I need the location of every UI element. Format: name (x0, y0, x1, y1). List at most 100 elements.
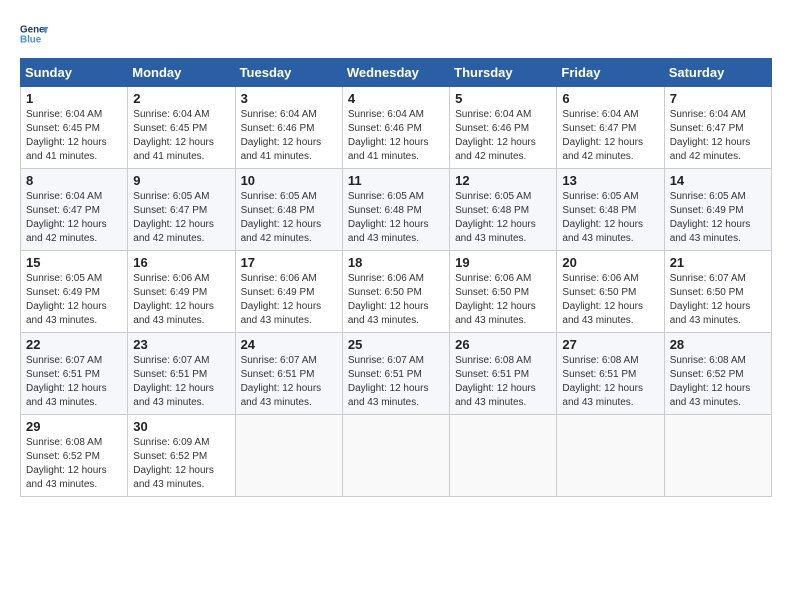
calendar-cell (450, 415, 557, 497)
day-number: 23 (133, 337, 229, 352)
day-info: Sunrise: 6:04 AMSunset: 6:47 PMDaylight:… (670, 108, 766, 164)
calendar-table: SundayMondayTuesdayWednesdayThursdayFrid… (20, 58, 772, 497)
day-number: 14 (670, 173, 766, 188)
day-info: Sunrise: 6:06 AMSunset: 6:49 PMDaylight:… (133, 272, 229, 328)
day-number: 10 (241, 173, 337, 188)
general-blue-logo-icon: General Blue (20, 20, 48, 48)
day-info: Sunrise: 6:05 AMSunset: 6:47 PMDaylight:… (133, 190, 229, 246)
day-number: 12 (455, 173, 551, 188)
day-info: Sunrise: 6:07 AMSunset: 6:51 PMDaylight:… (348, 354, 444, 410)
day-info: Sunrise: 6:04 AMSunset: 6:46 PMDaylight:… (348, 108, 444, 164)
day-info: Sunrise: 6:08 AMSunset: 6:51 PMDaylight:… (455, 354, 551, 410)
weekday-header-sunday: Sunday (21, 59, 128, 87)
day-number: 30 (133, 419, 229, 434)
calendar-cell: 5Sunrise: 6:04 AMSunset: 6:46 PMDaylight… (450, 87, 557, 169)
calendar-cell: 1 Sunrise: 6:04 AMSunset: 6:45 PMDaylight… (21, 87, 128, 169)
calendar-cell (235, 415, 342, 497)
calendar-body: 1 Sunrise: 6:04 AMSunset: 6:45 PMDaylight… (21, 87, 772, 497)
calendar-week-4: 22 Sunrise: 6:07 AMSunset: 6:51 PMDayligh… (21, 333, 772, 415)
day-info: Sunrise: 6:08 AMSunset: 6:52 PMDaylight:… (670, 354, 766, 410)
day-info: Sunrise: 6:04 AMSunset: 6:47 PMDaylight:… (562, 108, 658, 164)
calendar-cell: 15 Sunrise: 6:05 AMSunset: 6:49 PMDayligh… (21, 251, 128, 333)
calendar-cell: 25Sunrise: 6:07 AMSunset: 6:51 PMDayligh… (342, 333, 449, 415)
weekday-header-tuesday: Tuesday (235, 59, 342, 87)
calendar-cell: 12 Sunrise: 6:05 AMSunset: 6:48 PMDayligh… (450, 169, 557, 251)
day-number: 24 (241, 337, 337, 352)
calendar-cell: 14 Sunrise: 6:05 AMSunset: 6:49 PMDayligh… (664, 169, 771, 251)
day-info: Sunrise: 6:04 AMSunset: 6:45 PMDaylight:… (133, 108, 229, 164)
day-number: 7 (670, 91, 766, 106)
calendar-week-1: 1 Sunrise: 6:04 AMSunset: 6:45 PMDaylight… (21, 87, 772, 169)
day-info: Sunrise: 6:05 AMSunset: 6:48 PMDaylight:… (562, 190, 658, 246)
day-info: Sunrise: 6:06 AMSunset: 6:49 PMDaylight:… (241, 272, 337, 328)
calendar-cell: 13 Sunrise: 6:05 AMSunset: 6:48 PMDayligh… (557, 169, 664, 251)
calendar-cell: 27Sunrise: 6:08 AMSunset: 6:51 PMDayligh… (557, 333, 664, 415)
day-info: Sunrise: 6:07 AMSunset: 6:50 PMDaylight:… (670, 272, 766, 328)
calendar-cell (342, 415, 449, 497)
days-of-week-row: SundayMondayTuesdayWednesdayThursdayFrid… (21, 59, 772, 87)
day-info: Sunrise: 6:08 AMSunset: 6:51 PMDaylight:… (562, 354, 658, 410)
logo: General Blue (20, 20, 48, 48)
svg-text:Blue: Blue (20, 34, 42, 45)
weekday-header-saturday: Saturday (664, 59, 771, 87)
calendar-cell: 30Sunrise: 6:09 AMSunset: 6:52 PMDayligh… (128, 415, 235, 497)
day-info: Sunrise: 6:04 AMSunset: 6:46 PMDaylight:… (241, 108, 337, 164)
weekday-header-monday: Monday (128, 59, 235, 87)
day-number: 29 (26, 419, 122, 434)
day-number: 11 (348, 173, 444, 188)
calendar-cell: 22Sunrise: 6:07 AMSunset: 6:51 PMDayligh… (21, 333, 128, 415)
calendar-cell: 16 Sunrise: 6:06 AMSunset: 6:49 PMDayligh… (128, 251, 235, 333)
day-number: 13 (562, 173, 658, 188)
day-number: 2 (133, 91, 229, 106)
day-number: 8 (26, 173, 122, 188)
calendar-cell: 18 Sunrise: 6:06 AMSunset: 6:50 PMDayligh… (342, 251, 449, 333)
day-info: Sunrise: 6:04 AMSunset: 6:47 PMDaylight:… (26, 190, 122, 246)
weekday-header-friday: Friday (557, 59, 664, 87)
calendar-cell: 24 Sunrise: 6:07 AMSunset: 6:51 PMDayligh… (235, 333, 342, 415)
day-number: 28 (670, 337, 766, 352)
calendar-cell: 11 Sunrise: 6:05 AMSunset: 6:48 PMDayligh… (342, 169, 449, 251)
day-number: 22 (26, 337, 122, 352)
day-info: Sunrise: 6:05 AMSunset: 6:48 PMDaylight:… (455, 190, 551, 246)
calendar-week-2: 8 Sunrise: 6:04 AMSunset: 6:47 PMDaylight… (21, 169, 772, 251)
day-info: Sunrise: 6:07 AMSunset: 6:51 PMDaylight:… (241, 354, 337, 410)
day-number: 3 (241, 91, 337, 106)
calendar-cell: 26 Sunrise: 6:08 AMSunset: 6:51 PMDayligh… (450, 333, 557, 415)
day-info: Sunrise: 6:07 AMSunset: 6:51 PMDaylight:… (133, 354, 229, 410)
day-number: 6 (562, 91, 658, 106)
day-number: 20 (562, 255, 658, 270)
calendar-cell: 9 Sunrise: 6:05 AMSunset: 6:47 PMDaylight… (128, 169, 235, 251)
day-info: Sunrise: 6:06 AMSunset: 6:50 PMDaylight:… (562, 272, 658, 328)
day-info: Sunrise: 6:08 AMSunset: 6:52 PMDaylight:… (26, 436, 122, 492)
day-number: 5 (455, 91, 551, 106)
calendar-cell: 7 Sunrise: 6:04 AMSunset: 6:47 PMDaylight… (664, 87, 771, 169)
day-number: 1 (26, 91, 122, 106)
day-number: 15 (26, 255, 122, 270)
calendar-cell: 6 Sunrise: 6:04 AMSunset: 6:47 PMDaylight… (557, 87, 664, 169)
calendar-cell (664, 415, 771, 497)
calendar-cell: 29 Sunrise: 6:08 AMSunset: 6:52 PMDayligh… (21, 415, 128, 497)
calendar-cell: 10 Sunrise: 6:05 AMSunset: 6:48 PMDayligh… (235, 169, 342, 251)
day-number: 9 (133, 173, 229, 188)
day-number: 26 (455, 337, 551, 352)
day-number: 18 (348, 255, 444, 270)
day-info: Sunrise: 6:06 AMSunset: 6:50 PMDaylight:… (348, 272, 444, 328)
calendar-cell: 20 Sunrise: 6:06 AMSunset: 6:50 PMDayligh… (557, 251, 664, 333)
calendar-week-3: 15 Sunrise: 6:05 AMSunset: 6:49 PMDayligh… (21, 251, 772, 333)
calendar-cell: 28 Sunrise: 6:08 AMSunset: 6:52 PMDayligh… (664, 333, 771, 415)
calendar-cell: 19Sunrise: 6:06 AMSunset: 6:50 PMDayligh… (450, 251, 557, 333)
calendar-cell: 2 Sunrise: 6:04 AMSunset: 6:45 PMDaylight… (128, 87, 235, 169)
weekday-header-thursday: Thursday (450, 59, 557, 87)
day-info: Sunrise: 6:05 AMSunset: 6:49 PMDaylight:… (26, 272, 122, 328)
day-info: Sunrise: 6:04 AMSunset: 6:45 PMDaylight:… (26, 108, 122, 164)
day-info: Sunrise: 6:05 AMSunset: 6:48 PMDaylight:… (348, 190, 444, 246)
day-number: 4 (348, 91, 444, 106)
day-info: Sunrise: 6:06 AMSunset: 6:50 PMDaylight:… (455, 272, 551, 328)
calendar-cell: 17Sunrise: 6:06 AMSunset: 6:49 PMDayligh… (235, 251, 342, 333)
calendar-cell: 21Sunrise: 6:07 AMSunset: 6:50 PMDayligh… (664, 251, 771, 333)
day-number: 16 (133, 255, 229, 270)
day-info: Sunrise: 6:05 AMSunset: 6:49 PMDaylight:… (670, 190, 766, 246)
day-info: Sunrise: 6:05 AMSunset: 6:48 PMDaylight:… (241, 190, 337, 246)
calendar-cell: 23 Sunrise: 6:07 AMSunset: 6:51 PMDayligh… (128, 333, 235, 415)
calendar-cell (557, 415, 664, 497)
